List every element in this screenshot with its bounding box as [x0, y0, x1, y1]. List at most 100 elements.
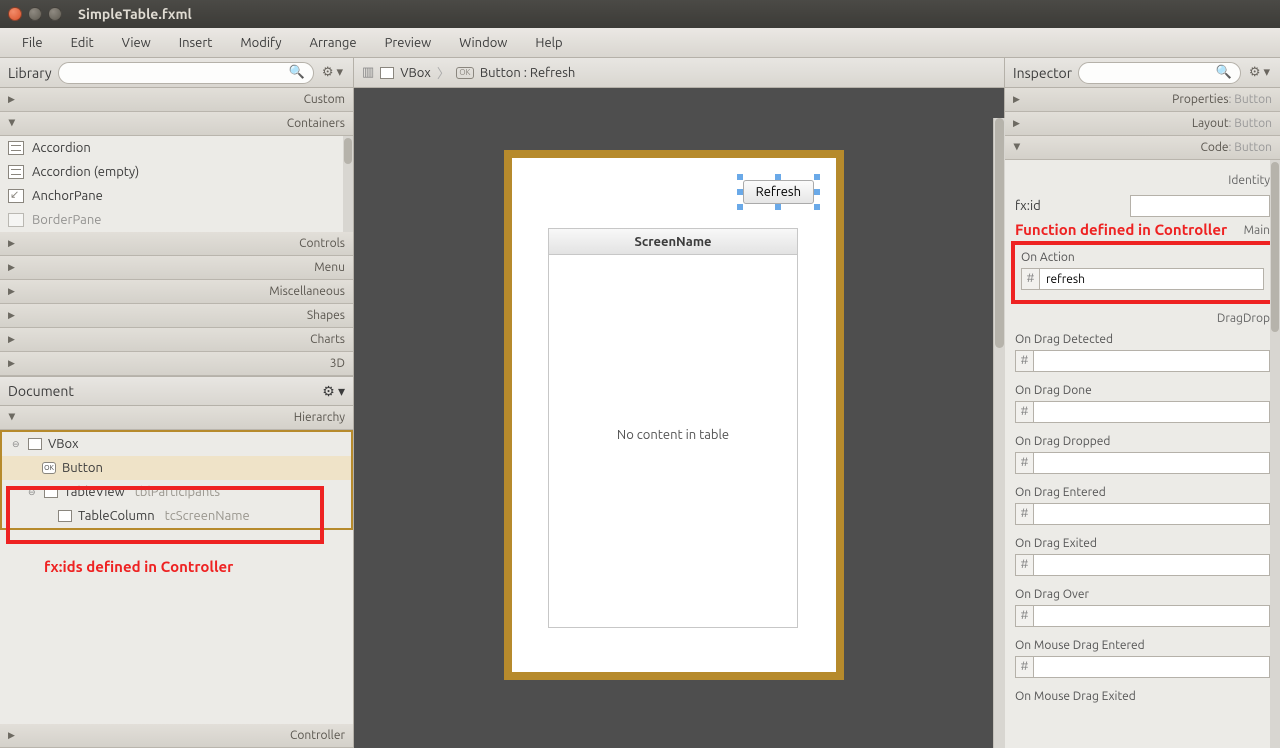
window-close-button[interactable]: [8, 7, 22, 21]
hierarchy-tree: ⊖VBox OKButton ⊖TableViewtblParticipants…: [0, 430, 353, 724]
window-titlebar: SimpleTable.fxml: [0, 0, 1280, 28]
menu-arrange[interactable]: Arrange: [296, 36, 371, 50]
library-title: Library: [8, 65, 52, 81]
menu-window[interactable]: Window: [445, 36, 521, 50]
window-title: SimpleTable.fxml: [78, 6, 192, 22]
fxid-input[interactable]: [1130, 195, 1270, 217]
library-search[interactable]: 🔍: [58, 62, 314, 84]
tree-tablecolumn[interactable]: TableColumntcScreenName: [2, 504, 351, 528]
menu-modify[interactable]: Modify: [226, 36, 295, 50]
menu-insert[interactable]: Insert: [165, 36, 227, 50]
inspector-tab-layout[interactable]: ▶Layout: Button: [1005, 112, 1280, 136]
inspector-tab-properties[interactable]: ▶Properties: Button: [1005, 88, 1280, 112]
on-drag-done-input[interactable]: [1033, 401, 1270, 423]
library-item-borderpane[interactable]: BorderPane: [0, 208, 353, 232]
library-section-containers[interactable]: ▶Containers: [0, 112, 353, 136]
inspector-title: Inspector: [1013, 65, 1072, 81]
library-header: Library 🔍 ⚙ ▾: [0, 58, 353, 88]
document-section-controller[interactable]: ▶Controller: [0, 724, 353, 748]
column-icon: [58, 510, 72, 522]
breadcrumb-bar: ▥ VBox 〉 OK Button : Refresh: [354, 58, 1004, 88]
canvas-table-empty-text: No content in table: [549, 428, 797, 442]
breadcrumb-vbox[interactable]: VBox: [400, 66, 431, 80]
on-drag-exited-input[interactable]: [1033, 554, 1270, 576]
library-item-list: Accordion Accordion (empty) AnchorPane B…: [0, 136, 353, 232]
left-panel: Library 🔍 ⚙ ▾ ▶Custom ▶Containers Accord…: [0, 58, 354, 748]
canvas-root[interactable]: Refresh ScreenName No content in table: [504, 150, 844, 680]
document-header: Document ⚙ ▾: [0, 376, 353, 406]
vbox-icon: [28, 438, 42, 450]
window-minimize-button[interactable]: [28, 7, 42, 21]
menu-view[interactable]: View: [108, 36, 165, 50]
dragdrop-section-label: DragDrop: [1015, 312, 1270, 325]
annotation-text-fxids: fx:ids defined in Controller: [44, 558, 233, 575]
chevron-right-icon: 〉: [437, 63, 450, 82]
drag-label: On Mouse Drag Exited: [1015, 690, 1270, 703]
inspector-panel: Inspector 🔍 ⚙ ▾ ▶Properties: Button ▶Lay…: [1004, 58, 1280, 748]
inspector-scrollbar[interactable]: [1270, 160, 1280, 748]
library-gear-icon[interactable]: ⚙ ▾: [320, 65, 345, 80]
library-item-accordion-empty[interactable]: Accordion (empty): [0, 160, 353, 184]
library-item-accordion[interactable]: Accordion: [0, 136, 353, 160]
fxid-label: fx:id: [1015, 199, 1041, 213]
library-scrollbar[interactable]: [343, 136, 353, 232]
library-section-shapes[interactable]: ▶Shapes: [0, 304, 353, 328]
drag-label: On Mouse Drag Entered: [1015, 639, 1270, 652]
button-icon: OK: [456, 67, 474, 79]
drag-label: On Drag Dropped: [1015, 435, 1270, 448]
menu-help[interactable]: Help: [521, 36, 576, 50]
container-icon: [8, 213, 24, 227]
drag-label: On Drag Exited: [1015, 537, 1270, 550]
tree-button[interactable]: OKButton: [2, 456, 351, 480]
selection-icon[interactable]: ▥: [362, 65, 374, 80]
table-icon: [44, 486, 58, 498]
inspector-header: Inspector 🔍 ⚙ ▾: [1005, 58, 1280, 88]
canvas-table-header[interactable]: ScreenName: [549, 229, 797, 255]
library-section-controls[interactable]: ▶Controls: [0, 232, 353, 256]
inspector-tab-code[interactable]: ▶Code: Button: [1005, 136, 1280, 160]
on-action-label: On Action: [1021, 251, 1264, 264]
inspector-search[interactable]: 🔍: [1078, 62, 1241, 84]
hash-icon: #: [1021, 268, 1039, 290]
design-canvas[interactable]: Refresh ScreenName No content in table: [354, 88, 1004, 748]
inspector-gear-icon[interactable]: ⚙ ▾: [1247, 65, 1272, 80]
library-section-menu[interactable]: ▶Menu: [0, 256, 353, 280]
library-section-custom[interactable]: ▶Custom: [0, 88, 353, 112]
library-section-charts[interactable]: ▶Charts: [0, 328, 353, 352]
on-drag-over-input[interactable]: [1033, 605, 1270, 627]
canvas-tableview[interactable]: ScreenName No content in table: [548, 228, 798, 628]
menu-preview[interactable]: Preview: [371, 36, 446, 50]
menu-file[interactable]: File: [8, 36, 57, 50]
on-mouse-drag-entered-input[interactable]: [1033, 656, 1270, 678]
document-gear-icon[interactable]: ⚙ ▾: [322, 383, 345, 400]
breadcrumb-button[interactable]: Button : Refresh: [480, 66, 575, 80]
identity-section-label: Identity: [1015, 174, 1270, 187]
on-drag-dropped-input[interactable]: [1033, 452, 1270, 474]
center-panel: ▥ VBox 〉 OK Button : Refresh Refresh Scr…: [354, 58, 1004, 748]
search-icon: 🔍: [289, 65, 305, 80]
search-icon: 🔍: [1216, 65, 1232, 80]
menubar: File Edit View Insert Modify Arrange Pre…: [0, 28, 1280, 58]
refresh-button[interactable]: Refresh: [743, 180, 814, 204]
document-section-hierarchy[interactable]: ▶Hierarchy: [0, 406, 353, 430]
window-maximize-button[interactable]: [48, 7, 62, 21]
drag-label: On Drag Detected: [1015, 333, 1270, 346]
on-drag-detected-input[interactable]: [1033, 350, 1270, 372]
annotation-box-onaction: On Action #: [1011, 241, 1274, 304]
tree-tableview[interactable]: ⊖TableViewtblParticipants: [2, 480, 351, 504]
document-title: Document: [8, 383, 74, 399]
tree-vbox[interactable]: ⊖VBox: [2, 432, 351, 456]
library-section-misc[interactable]: ▶Miscellaneous: [0, 280, 353, 304]
library-item-anchorpane[interactable]: AnchorPane: [0, 184, 353, 208]
container-icon: [8, 141, 24, 155]
on-action-input[interactable]: [1039, 268, 1264, 290]
drag-label: On Drag Over: [1015, 588, 1270, 601]
vbox-icon: [380, 67, 394, 79]
container-icon: [8, 165, 24, 179]
library-section-3d[interactable]: ▶3D: [0, 352, 353, 376]
canvas-scrollbar[interactable]: [993, 118, 1005, 748]
on-drag-entered-input[interactable]: [1033, 503, 1270, 525]
menu-edit[interactable]: Edit: [57, 36, 108, 50]
anchor-icon: [8, 189, 24, 203]
drag-label: On Drag Done: [1015, 384, 1270, 397]
